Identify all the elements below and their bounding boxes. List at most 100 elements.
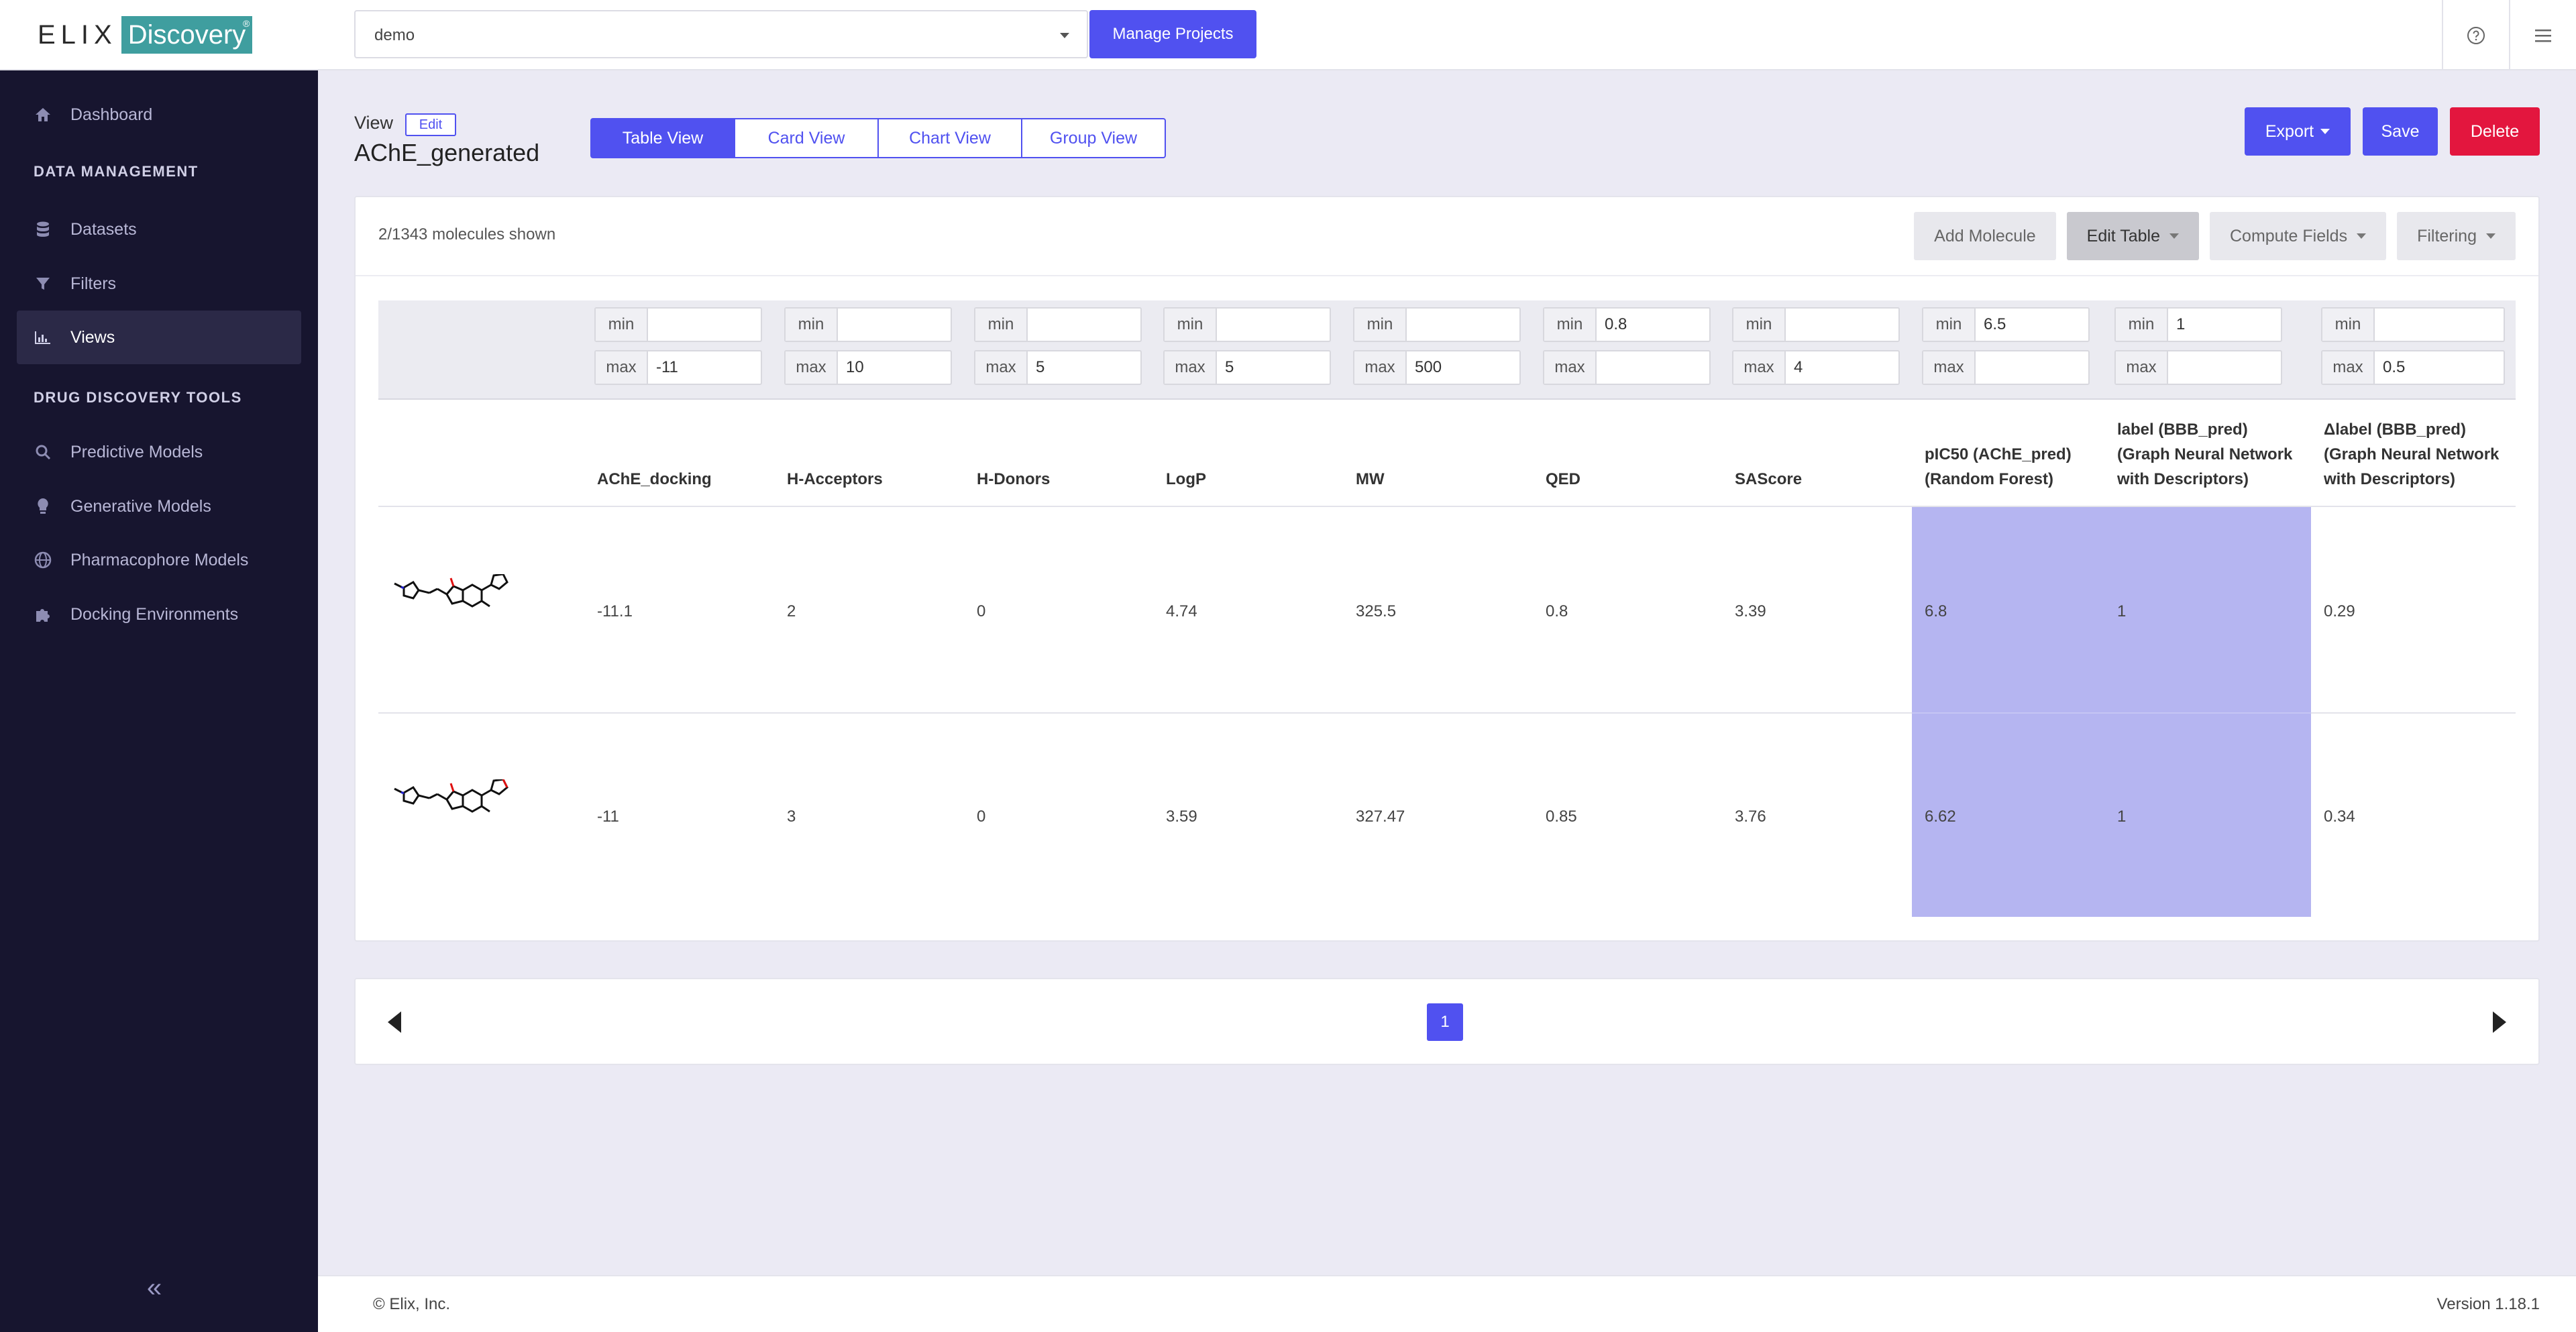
collapse-sidebar-icon[interactable]: « (138, 1271, 171, 1305)
column-header-ache-docking[interactable]: AChE_docking (597, 467, 712, 492)
logo-discovery-text: Discovery ® (121, 16, 253, 54)
save-button[interactable]: Save (2363, 107, 2438, 156)
filter-achE-docking: min max -11 (594, 307, 762, 393)
filtering-button[interactable]: Filtering (2397, 212, 2516, 260)
add-molecule-button[interactable]: Add Molecule (1914, 212, 2056, 260)
table-cell: -11.1 (597, 602, 633, 620)
tab-group-view[interactable]: Group View (1021, 118, 1166, 158)
tab-table-view[interactable]: Table View (590, 118, 735, 158)
min-input[interactable] (838, 309, 951, 341)
sidebar-item-dashboard[interactable]: Dashboard (17, 88, 301, 142)
page-button[interactable]: 1 (1427, 1003, 1463, 1041)
sidebar-item-docking-environments[interactable]: Docking Environments (17, 588, 301, 641)
copyright-text: © Elix, Inc. (373, 1295, 451, 1313)
version-text: Version 1.18.1 (2436, 1295, 2540, 1313)
table-cell: 3 (787, 808, 796, 826)
app-logo[interactable]: ELIX Discovery ® (38, 16, 253, 54)
max-input[interactable] (2168, 351, 2281, 384)
max-input[interactable]: -11 (648, 351, 761, 384)
sidebar-item-filters[interactable]: Filters (17, 257, 301, 311)
edit-table-button[interactable]: Edit Table (2066, 212, 2199, 260)
min-input[interactable] (2375, 309, 2504, 341)
sidebar-item-predictive-models[interactable]: Predictive Models (17, 425, 301, 479)
column-header-h-donors[interactable]: H-Donors (977, 467, 1050, 492)
sidebar-item-datasets[interactable]: Datasets (17, 203, 301, 256)
export-button[interactable]: Export (2245, 107, 2351, 156)
next-page-icon[interactable] (2493, 1011, 2506, 1033)
min-input[interactable] (1028, 309, 1140, 341)
filter-sascore: min max 4 (1732, 307, 1900, 393)
sidebar-heading-drug-discovery-tools: DRUG DISCOVERY TOOLS (34, 389, 242, 406)
max-input[interactable] (1976, 351, 2088, 384)
table-cell: 0 (977, 808, 986, 826)
min-input[interactable]: 0.8 (1597, 309, 1709, 341)
table-cell: 1 (2117, 602, 2127, 620)
min-input[interactable] (648, 309, 761, 341)
table-cell: 4.74 (1166, 602, 1197, 620)
sidebar-item-label: Docking Environments (70, 604, 239, 624)
max-input[interactable]: 5 (1217, 351, 1330, 384)
table-cell: -11 (597, 808, 619, 826)
sidebar-item-label: Views (70, 327, 115, 347)
max-input[interactable] (1597, 351, 1709, 384)
table-cell: 0.29 (2324, 602, 2355, 620)
column-header-pic50[interactable]: pIC50 (AChE_pred) (Random Forest) (1925, 442, 2072, 492)
project-select[interactable]: demo (354, 10, 1088, 58)
column-header-delta-label-bbb[interactable]: Δlabel (BBB_pred) (Graph Neural Network wi… (2324, 417, 2499, 492)
column-header-logp[interactable]: LogP (1166, 467, 1206, 492)
molecule-structure-image[interactable] (392, 573, 526, 655)
logo-elix-text: ELIX (38, 19, 117, 50)
menu-icon[interactable] (2509, 0, 2576, 70)
filter-delta-label-bbb: min max 0.5 (2321, 307, 2505, 393)
min-input[interactable]: 6.5 (1976, 309, 2088, 341)
column-header-qed[interactable]: QED (1546, 467, 1580, 492)
pagination: 1 (354, 978, 2540, 1065)
search-icon (33, 442, 53, 462)
sidebar-item-generative-models[interactable]: Generative Models (17, 480, 301, 533)
table-cell: 327.47 (1356, 808, 1405, 826)
table-cell: 3.59 (1166, 808, 1197, 826)
tab-card-view[interactable]: Card View (734, 118, 879, 158)
filter-logp: min max 5 (1163, 307, 1331, 393)
tab-chart-view[interactable]: Chart View (877, 118, 1022, 158)
table-cell: 0 (977, 602, 986, 620)
sidebar-item-pharmacophore-models[interactable]: Pharmacophore Models (17, 533, 301, 587)
max-input[interactable]: 10 (838, 351, 951, 384)
globe-icon (33, 550, 53, 570)
min-input[interactable] (1407, 309, 1519, 341)
footer: © Elix, Inc. Version 1.18.1 (318, 1275, 2576, 1332)
page-title: AChE_generated (354, 139, 540, 166)
chart-icon (33, 327, 53, 347)
table-cell: 3.39 (1735, 602, 1766, 620)
max-input[interactable]: 4 (1786, 351, 1898, 384)
chevron-down-icon (2486, 233, 2496, 239)
max-input[interactable]: 0.5 (2375, 351, 2504, 384)
filter-icon (33, 274, 53, 294)
table-cell: 2 (787, 602, 796, 620)
min-input[interactable] (1786, 309, 1898, 341)
min-input[interactable]: 1 (2168, 309, 2281, 341)
molecule-table-card: 2/1343 molecules shown Add Molecule Edit… (354, 196, 2540, 942)
chevron-down-icon (2320, 129, 2330, 134)
sidebar-item-views[interactable]: Views (17, 311, 301, 364)
delete-button[interactable]: Delete (2450, 107, 2540, 156)
molecule-structure-image[interactable] (392, 778, 526, 860)
compute-fields-button[interactable]: Compute Fields (2210, 212, 2387, 260)
sidebar-item-label: Dashboard (70, 105, 153, 124)
chevron-down-icon (2169, 233, 2179, 239)
column-header-h-acceptors[interactable]: H-Acceptors (787, 467, 883, 492)
manage-projects-button[interactable]: Manage Projects (1089, 10, 1256, 58)
edit-view-button[interactable]: Edit (405, 113, 456, 136)
filter-h-acceptors: min max 10 (784, 307, 952, 393)
previous-page-icon[interactable] (388, 1011, 401, 1033)
column-header-label-bbb[interactable]: label (BBB_pred) (Graph Neural Network wit… (2117, 417, 2292, 492)
max-input[interactable]: 500 (1407, 351, 1519, 384)
filter-mw: min max 500 (1353, 307, 1521, 393)
min-input[interactable] (1217, 309, 1330, 341)
max-input[interactable]: 5 (1028, 351, 1140, 384)
help-icon[interactable] (2442, 0, 2509, 70)
column-header-sascore[interactable]: SAScore (1735, 467, 1802, 492)
table-cell: 1 (2117, 808, 2127, 826)
column-header-mw[interactable]: MW (1356, 467, 1385, 492)
table-cell: 3.76 (1735, 808, 1766, 826)
